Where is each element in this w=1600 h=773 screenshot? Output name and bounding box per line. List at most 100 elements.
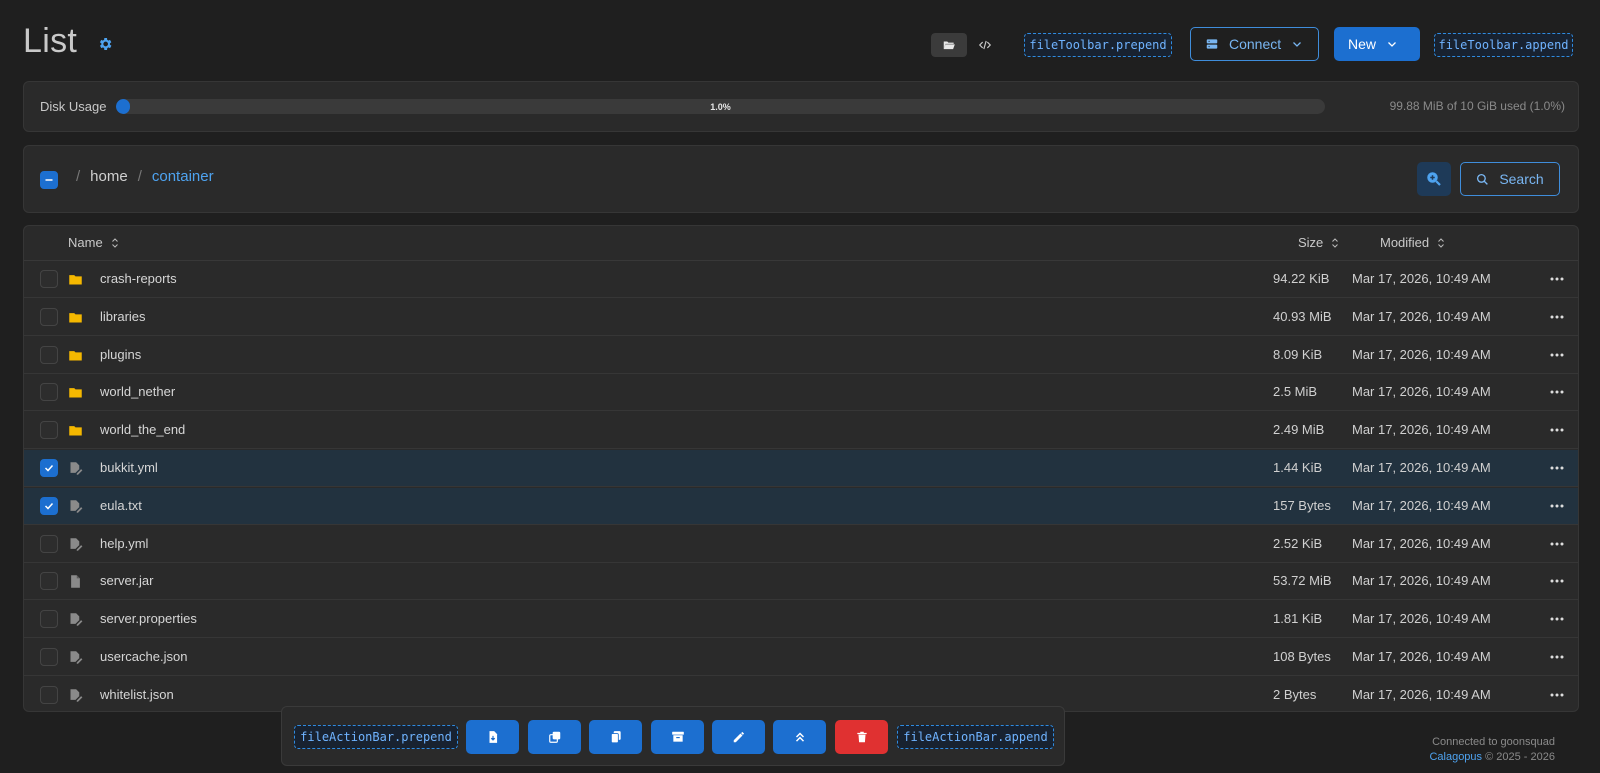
- more-actions-button[interactable]: [1548, 421, 1566, 439]
- download-button[interactable]: [466, 720, 519, 754]
- table-row[interactable]: world_the_end 2.49 MiB Mar 17, 2026, 10:49…: [24, 412, 1578, 450]
- search-zoom-icon: [1427, 172, 1441, 186]
- search-button[interactable]: Search: [1460, 162, 1560, 196]
- folder-view-button[interactable]: [931, 33, 967, 57]
- delete-button[interactable]: [835, 720, 888, 754]
- breadcrumb-separator: /: [137, 168, 142, 185]
- select-all-checkbox[interactable]: [40, 171, 58, 189]
- more-actions-button[interactable]: [1548, 648, 1566, 666]
- row-checkbox[interactable]: [40, 421, 58, 440]
- breadcrumb-item-home[interactable]: home: [90, 168, 128, 185]
- advanced-search-button[interactable]: [1417, 162, 1451, 196]
- row-checkbox[interactable]: [40, 307, 58, 326]
- connect-button[interactable]: Connect: [1190, 27, 1319, 61]
- ellipsis-icon: [1550, 579, 1564, 583]
- file-name[interactable]: crash-reports: [100, 271, 177, 286]
- table-row[interactable]: server.properties 1.81 KiB Mar 17, 2026, 1…: [24, 601, 1578, 639]
- folder-open-icon: [943, 41, 955, 50]
- duplicate-button[interactable]: [589, 720, 642, 754]
- code-view-button[interactable]: [967, 33, 1003, 57]
- file-name[interactable]: whitelist.json: [100, 687, 174, 702]
- table-row[interactable]: help.yml 2.52 KiB Mar 17, 2026, 10:49 AM: [24, 526, 1578, 563]
- move-button[interactable]: [773, 720, 826, 754]
- row-checkbox[interactable]: [40, 572, 58, 591]
- file-name[interactable]: eula.txt: [100, 498, 142, 513]
- column-modified[interactable]: Modified: [1380, 235, 1447, 250]
- more-actions-button[interactable]: [1548, 270, 1566, 288]
- column-size[interactable]: Size: [1298, 235, 1341, 250]
- more-actions-button[interactable]: [1548, 497, 1566, 515]
- gear-icon[interactable]: [97, 36, 113, 52]
- file-name[interactable]: server.jar: [100, 573, 153, 588]
- row-checkbox[interactable]: [40, 383, 58, 402]
- ellipsis-icon: [1550, 277, 1564, 281]
- file-name[interactable]: server.properties: [100, 611, 197, 626]
- more-actions-button[interactable]: [1548, 535, 1566, 553]
- copy-button[interactable]: [528, 720, 581, 754]
- table-row[interactable]: usercache.json 108 Bytes Mar 17, 2026, 10:…: [24, 639, 1578, 676]
- disk-usage-text: 99.88 MiB of 10 GiB used (1.0%): [1389, 99, 1565, 113]
- file-name[interactable]: plugins: [100, 347, 141, 362]
- folder-icon: [69, 312, 82, 323]
- new-button[interactable]: New: [1334, 27, 1420, 61]
- ellipsis-icon: [1550, 466, 1564, 470]
- column-name[interactable]: Name: [68, 235, 121, 250]
- file-size: 1.81 KiB: [1273, 611, 1323, 627]
- table-row[interactable]: plugins 8.09 KiB Mar 17, 2026, 10:49 AM: [24, 337, 1578, 374]
- connection-status: Connected to goonsquad: [1432, 736, 1555, 748]
- row-checkbox[interactable]: [40, 534, 58, 553]
- more-actions-button[interactable]: [1548, 572, 1566, 590]
- row-checkbox[interactable]: [40, 685, 58, 704]
- table-row[interactable]: crash-reports 94.22 KiB Mar 17, 2026, 10:4…: [24, 261, 1578, 298]
- more-actions-button[interactable]: [1548, 459, 1566, 477]
- file-name[interactable]: bukkit.yml: [100, 460, 158, 475]
- ellipsis-icon: [1550, 428, 1564, 432]
- more-actions-button[interactable]: [1548, 383, 1566, 401]
- row-checkbox[interactable]: [40, 345, 58, 364]
- file-name[interactable]: world_the_end: [100, 422, 185, 437]
- table-row[interactable]: bukkit.yml 1.44 KiB Mar 17, 2026, 10:49 AM: [24, 450, 1578, 487]
- brand-link[interactable]: Calagopus: [1429, 751, 1482, 763]
- file-modified: Mar 17, 2026, 10:49 AM: [1352, 346, 1491, 362]
- more-actions-button[interactable]: [1548, 686, 1566, 704]
- check-icon: [44, 502, 54, 510]
- column-size-label: Size: [1298, 235, 1324, 250]
- file-name[interactable]: help.yml: [100, 536, 148, 551]
- table-row[interactable]: server.jar 53.72 MiB Mar 17, 2026, 10:49 A…: [24, 563, 1578, 601]
- breadcrumb-item-container[interactable]: container: [152, 168, 214, 185]
- row-checkbox[interactable]: [40, 496, 58, 515]
- table-row[interactable]: libraries 40.93 MiB Mar 17, 2026, 10:49 AM: [24, 299, 1578, 336]
- code-icon: [978, 40, 992, 50]
- file-action-bar: fileActionBar.prepend fileActionBar.appe…: [281, 706, 1065, 766]
- table-row[interactable]: eula.txt 157 Bytes Mar 17, 2026, 10:49 AM: [24, 487, 1578, 525]
- archive-button[interactable]: [651, 720, 704, 754]
- breadcrumb-panel: / home / container Search: [23, 145, 1579, 213]
- file-size: 1.44 KiB: [1273, 460, 1323, 475]
- file-name[interactable]: usercache.json: [100, 649, 187, 664]
- row-checkbox[interactable]: [40, 270, 58, 288]
- file-size: 53.72 MiB: [1273, 573, 1332, 589]
- file-size: 40.93 MiB: [1273, 308, 1332, 324]
- row-checkbox[interactable]: [40, 648, 58, 666]
- search-icon: [1477, 173, 1489, 185]
- duplicate-icon: [610, 731, 621, 744]
- archive-icon: [671, 731, 684, 742]
- move-up-icon: [795, 732, 804, 742]
- file-name[interactable]: world_nether: [100, 384, 175, 399]
- copyright: © 2025 - 2026: [1485, 751, 1555, 763]
- table-header: Name Size Modified: [24, 226, 1578, 261]
- row-checkbox[interactable]: [40, 610, 58, 629]
- folder-icon: [69, 275, 82, 285]
- more-actions-button[interactable]: [1548, 346, 1566, 364]
- more-actions-button[interactable]: [1548, 610, 1566, 628]
- server-icon: [1206, 39, 1218, 49]
- more-actions-button[interactable]: [1548, 308, 1566, 326]
- breadcrumb: / home / container: [76, 168, 214, 185]
- file-name[interactable]: libraries: [100, 309, 146, 324]
- table-row[interactable]: world_nether 2.5 MiB Mar 17, 2026, 10:49 A…: [24, 374, 1578, 412]
- file-edit-icon: [70, 613, 83, 626]
- rename-button[interactable]: [712, 720, 765, 754]
- sort-icon: [111, 237, 118, 248]
- file-size: 8.09 KiB: [1273, 346, 1323, 362]
- row-checkbox[interactable]: [40, 459, 58, 477]
